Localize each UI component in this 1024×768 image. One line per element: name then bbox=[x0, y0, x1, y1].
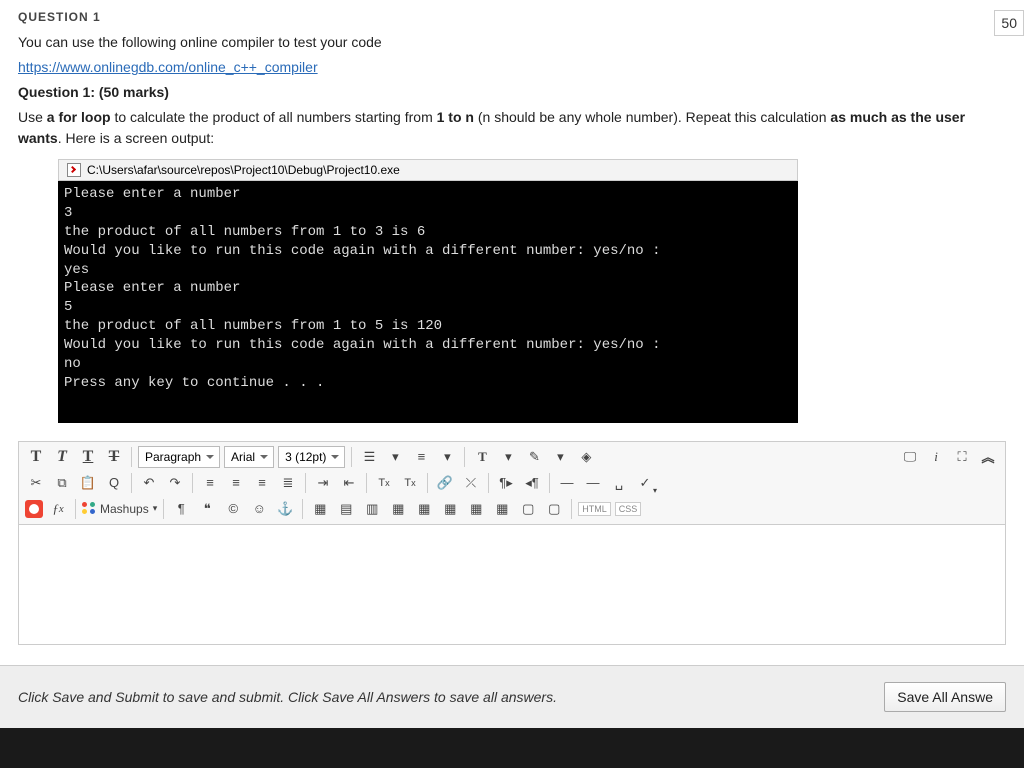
copyright-button[interactable]: © bbox=[222, 498, 244, 520]
copy-button[interactable]: ⧉ bbox=[51, 472, 73, 494]
redo-button[interactable]: ↷ bbox=[164, 472, 186, 494]
table-merge-button[interactable]: ▦ bbox=[413, 498, 435, 520]
record-button[interactable] bbox=[25, 500, 43, 518]
question-instructions: Use a for loop to calculate the product … bbox=[18, 107, 1006, 149]
console-titlebar: C:\Users\afar\source\repos\Project10\Deb… bbox=[58, 159, 798, 181]
number-list-button[interactable]: ≡ bbox=[410, 446, 432, 468]
font-select[interactable]: Arial bbox=[224, 446, 274, 468]
mashups-button[interactable]: Mashups ▾ bbox=[82, 502, 157, 516]
monitor-bezel bbox=[0, 728, 1024, 768]
fullscreen-button[interactable]: ⛶ bbox=[951, 446, 973, 468]
number-list-menu[interactable]: ▾ bbox=[436, 446, 458, 468]
console-output: Please enter a number 3 the product of a… bbox=[58, 181, 798, 423]
footer-bar: Click Save and Submit to save and submit… bbox=[0, 665, 1024, 728]
css-button[interactable]: CSS bbox=[615, 502, 642, 516]
clear-format-button[interactable]: ◈ bbox=[575, 446, 597, 468]
fx-button[interactable]: ƒx bbox=[47, 498, 69, 520]
paste-button[interactable]: 📋 bbox=[77, 472, 99, 494]
show-para-button[interactable]: ¶ bbox=[170, 498, 192, 520]
anchor-button[interactable]: ⚓ bbox=[274, 498, 296, 520]
undo-button[interactable]: ↶ bbox=[138, 472, 160, 494]
blockquote-button[interactable]: ❝ bbox=[196, 498, 218, 520]
points-badge: 50 bbox=[994, 10, 1024, 36]
preview-button[interactable]: 🖵 bbox=[899, 446, 921, 468]
text-color-menu[interactable]: ▾ bbox=[497, 446, 519, 468]
align-justify-button[interactable]: ≣ bbox=[277, 472, 299, 494]
bullet-list-menu[interactable]: ▾ bbox=[384, 446, 406, 468]
question-body: You can use the following online compile… bbox=[18, 32, 1006, 149]
cmd-icon bbox=[67, 163, 81, 177]
find-button[interactable]: Q bbox=[103, 472, 125, 494]
format-select[interactable]: Paragraph bbox=[138, 446, 220, 468]
unlink-button[interactable]: ⤫ bbox=[460, 472, 482, 494]
bold-button[interactable]: T bbox=[25, 446, 47, 468]
align-left-button[interactable]: ≡ bbox=[199, 472, 221, 494]
spellcheck-button[interactable]: ✓▾ bbox=[634, 472, 656, 494]
underline-button[interactable]: T bbox=[77, 446, 99, 468]
editor-textarea[interactable] bbox=[18, 525, 1006, 645]
cut-button[interactable]: ✂ bbox=[25, 472, 47, 494]
question-title: Question 1: (50 marks) bbox=[18, 82, 1006, 103]
size-select[interactable]: 3 (12pt) bbox=[278, 446, 345, 468]
subscript-button[interactable]: Tx bbox=[399, 472, 421, 494]
indent-button[interactable]: ⇥ bbox=[312, 472, 334, 494]
link-button[interactable]: 🔗 bbox=[434, 472, 456, 494]
html-button[interactable]: HTML bbox=[578, 502, 611, 516]
highlight-menu[interactable]: ▾ bbox=[549, 446, 571, 468]
editor-toolbar: T T T T Paragraph Arial 3 (12pt) ☰ ▾ ≡ ▾… bbox=[18, 441, 1006, 525]
emoji-button[interactable]: ☺ bbox=[248, 498, 270, 520]
text-color-button[interactable]: T bbox=[471, 446, 493, 468]
table-del-row-button[interactable]: ▦ bbox=[465, 498, 487, 520]
intro-text: You can use the following online compile… bbox=[18, 32, 1006, 53]
mashups-icon bbox=[82, 502, 96, 516]
footer-hint: Click Save and Submit to save and submit… bbox=[18, 689, 557, 705]
table-col-button[interactable]: ▥ bbox=[361, 498, 383, 520]
italic-button[interactable]: T bbox=[51, 446, 73, 468]
bullet-list-button[interactable]: ☰ bbox=[358, 446, 380, 468]
question-header: QUESTION 1 bbox=[18, 10, 1006, 24]
align-right-button[interactable]: ≡ bbox=[251, 472, 273, 494]
table-props-button[interactable]: ▢ bbox=[517, 498, 539, 520]
table-bg-button[interactable]: ▢ bbox=[543, 498, 565, 520]
save-all-answers-button[interactable]: Save All Answe bbox=[884, 682, 1006, 712]
ltr-button[interactable]: ¶▸ bbox=[495, 472, 517, 494]
table-del-col-button[interactable]: ▦ bbox=[491, 498, 513, 520]
strike-button[interactable]: T bbox=[103, 446, 125, 468]
rtl-button[interactable]: ◂¶ bbox=[521, 472, 543, 494]
table-split-button[interactable]: ▦ bbox=[439, 498, 461, 520]
outdent-button[interactable]: ⇤ bbox=[338, 472, 360, 494]
info-button[interactable]: i bbox=[925, 446, 947, 468]
collapse-button[interactable]: ︽ bbox=[977, 446, 999, 468]
highlight-button[interactable]: ✎ bbox=[523, 446, 545, 468]
align-center-button[interactable]: ≡ bbox=[225, 472, 247, 494]
console-path: C:\Users\afar\source\repos\Project10\Deb… bbox=[87, 163, 400, 177]
table-row-button[interactable]: ▤ bbox=[335, 498, 357, 520]
compiler-link[interactable]: https://www.onlinegdb.com/online_c++_com… bbox=[18, 59, 318, 75]
hr2-button[interactable]: — bbox=[582, 472, 604, 494]
hr-button[interactable]: — bbox=[556, 472, 578, 494]
superscript-button[interactable]: Tx bbox=[373, 472, 395, 494]
table-cell-button[interactable]: ▦ bbox=[387, 498, 409, 520]
table-button[interactable]: ▦ bbox=[309, 498, 331, 520]
nbsp-button[interactable]: ␣ bbox=[608, 472, 630, 494]
console-window: C:\Users\afar\source\repos\Project10\Deb… bbox=[58, 159, 798, 423]
